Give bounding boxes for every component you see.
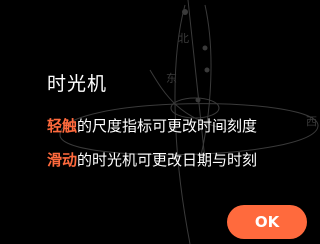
direction-label-east: 东 [166,72,177,85]
sphere-node-dot [202,45,208,51]
hint-tap-highlight: 轻触 [47,117,78,135]
sphere-small-ring [170,97,220,119]
sphere-node-dot [182,9,188,15]
dialog-title: 时光机 [47,73,108,95]
direction-label-north: 北 [178,32,189,45]
hint-swipe-text: 的时光机可更改日期与时刻 [77,151,258,169]
sphere-node-dot [204,67,210,73]
direction-label-west: 西 [306,115,317,128]
hint-swipe-machine: 滑动的时光机可更改日期与时刻 [47,150,257,170]
sphere-arc-line [199,4,212,161]
ok-button[interactable]: OK [227,205,307,239]
sphere-axis-line [187,0,206,161]
hint-tap-text: 的尺度指标可更改时间刻度 [77,117,258,135]
hint-tap-scale: 轻触的尺度指标可更改时间刻度 [47,116,257,136]
time-machine-tutorial-overlay: 北 东 西 时光机 轻触的尺度指标可更改时间刻度 滑动的时光机可更改日期与时刻 … [0,0,320,244]
sphere-node-dot [195,97,201,103]
hint-swipe-highlight: 滑动 [47,151,78,169]
